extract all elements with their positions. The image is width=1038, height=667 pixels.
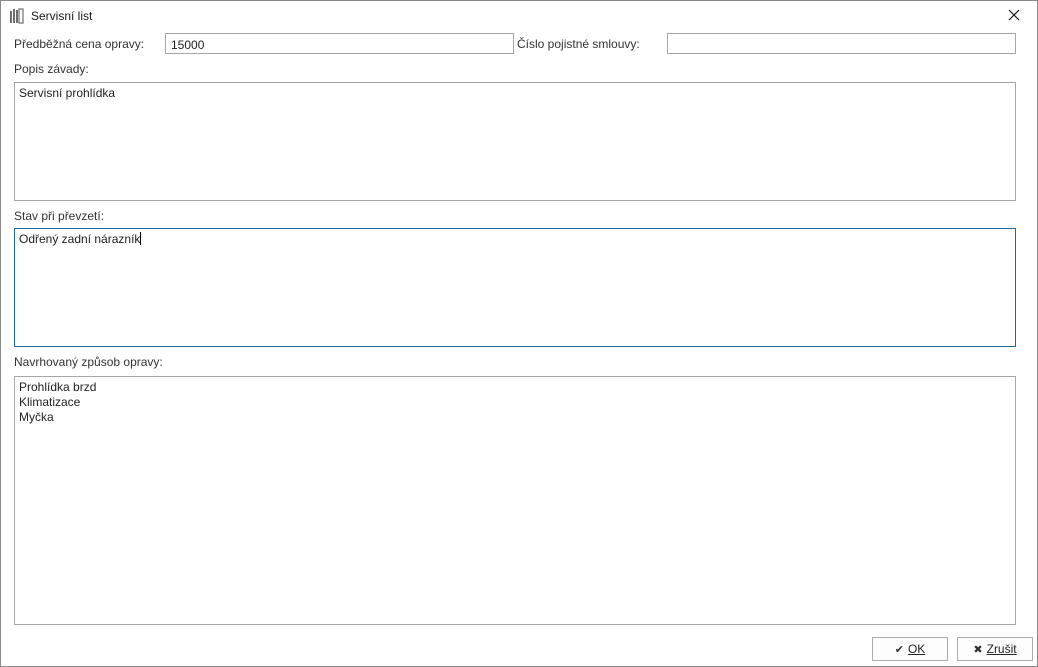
ok-button[interactable]: ✔ OK (872, 637, 948, 661)
close-icon (1008, 9, 1020, 24)
cross-icon: ✖ (973, 643, 983, 656)
document-bars-icon (9, 8, 25, 24)
fault-description-text: Servisní prohlídka (19, 86, 116, 100)
cancel-button[interactable]: ✖ Zrušit (957, 637, 1033, 661)
proposed-repair-text: Prohlídka brzd Klimatizace Myčka (19, 380, 97, 424)
policy-number-input[interactable] (667, 33, 1016, 54)
policy-number-label: Číslo pojistné smlouvy: (517, 37, 640, 51)
fault-description-label: Popis závady: (14, 62, 89, 76)
price-label: Předběžná cena opravy: (14, 37, 145, 51)
proposed-repair-textarea[interactable]: Prohlídka brzd Klimatizace Myčka (14, 376, 1016, 625)
text-caret (140, 232, 142, 245)
title-bar: Servisní list (1, 1, 1037, 31)
state-at-takeover-textarea[interactable]: Odřený zadní nárazník (14, 228, 1016, 347)
price-input[interactable] (165, 33, 514, 54)
window-title: Servisní list (31, 9, 93, 23)
ok-button-label: OK (907, 642, 926, 656)
checkmark-icon: ✔ (894, 643, 904, 656)
proposed-repair-label: Navrhovaný způsob opravy: (14, 355, 163, 369)
servisni-list-dialog: Servisní list Předběžná cena opravy: Čís… (0, 0, 1038, 667)
cancel-button-label: Zrušit (986, 642, 1017, 656)
fault-description-textarea[interactable]: Servisní prohlídka (14, 82, 1016, 201)
state-at-takeover-text: Odřený zadní nárazník (19, 232, 141, 246)
state-at-takeover-label: Stav při převzetí: (14, 209, 105, 223)
close-button[interactable] (991, 1, 1037, 31)
